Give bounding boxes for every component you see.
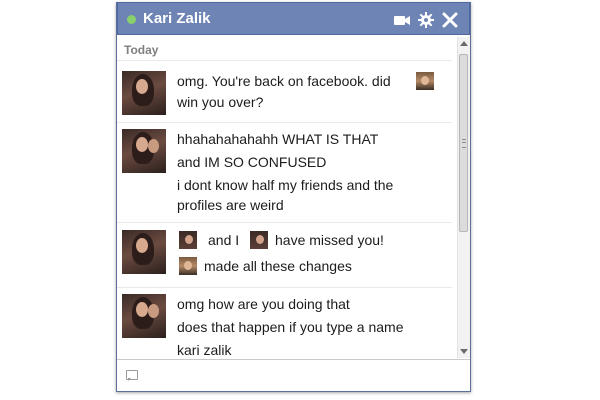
message-group: and I have missed you! made all these ch… [117,222,452,288]
message-input-area[interactable] [117,359,470,391]
message-text: and I [208,232,240,248]
tagged-friend-photo[interactable] [416,72,434,90]
online-status-icon [127,15,136,24]
avatar[interactable] [122,71,166,115]
message-text: does that happen if you type a name [177,319,404,335]
message-text: made all these changes [204,258,352,274]
tagged-friend-photo[interactable] [179,257,197,275]
message-text: i dont know half my friends and the [177,177,394,193]
chat-titlebar[interactable]: Kari Zalik [117,2,470,35]
message-text: have missed you! [275,232,384,248]
avatar[interactable] [122,129,166,173]
gear-icon[interactable] [417,11,435,29]
message-group: hhahahahahahh WHAT IS THAT and IM SO CON… [117,122,452,223]
scroll-down-arrow-icon[interactable] [460,349,468,354]
message-group: omg. You're back on facebook. did win yo… [117,60,452,123]
contact-name[interactable]: Kari Zalik [143,10,211,27]
message-text: profiles are weird [177,197,284,213]
chat-bubble-icon [126,370,138,381]
date-separator: Today [124,43,159,57]
scrollbar[interactable] [457,37,470,358]
chat-window: Kari Zalik Today omg. You're back on fac… [116,2,471,392]
avatar[interactable] [122,230,166,274]
tagged-friend-photo[interactable] [250,231,268,249]
message-text: and IM SO CONFUSED [177,154,327,170]
message-text: win you over? [177,94,264,110]
grip-icon [462,139,466,148]
message-text: omg how are you doing that [177,296,350,312]
message-group: omg how are you doing that does that hap… [117,287,452,360]
message-text: hhahahahahahh WHAT IS THAT [177,131,379,147]
message-text: kari zalik [177,342,232,358]
tagged-friend-photo[interactable] [179,231,197,249]
close-icon[interactable] [441,11,459,29]
scroll-thumb[interactable] [459,54,468,232]
message-text: omg. You're back on facebook. did [177,73,391,89]
video-camera-icon[interactable] [393,11,411,29]
avatar[interactable] [122,294,166,338]
scroll-up-arrow-icon[interactable] [460,41,468,46]
